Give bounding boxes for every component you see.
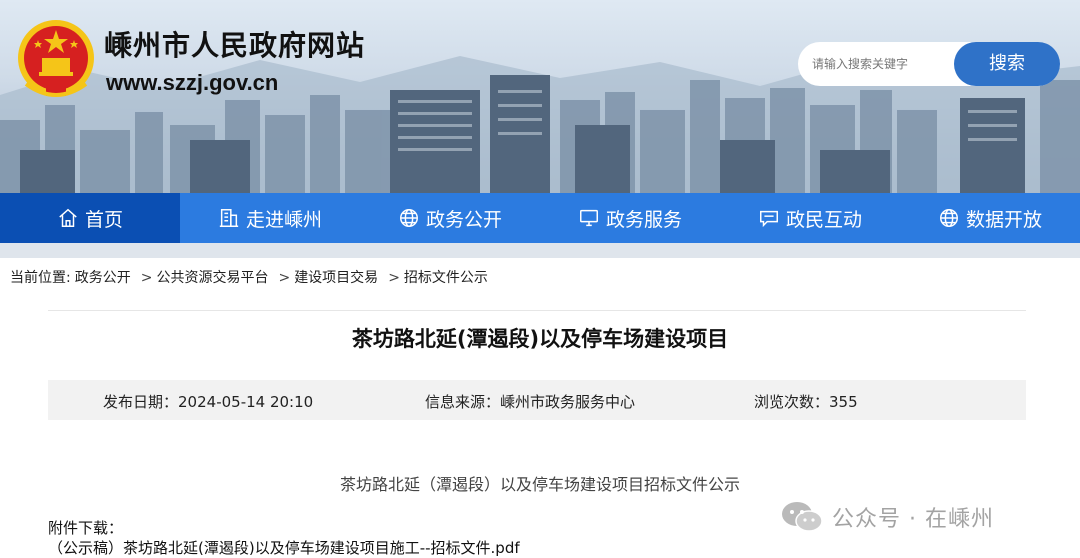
info-source: 信息来源：嵊州市政务服务中心 (425, 391, 635, 412)
search-box: 搜索 (798, 42, 1060, 86)
nav-item-label: 政务服务 (605, 208, 682, 231)
wechat-icon (782, 502, 823, 532)
nav-item-gov-services[interactable]: 政务服务 (540, 193, 720, 243)
nav-item-label: 数据开放 (965, 208, 1042, 231)
view-count-label: 浏览次数： (754, 393, 830, 411)
nav-item-label: 政务公开 (425, 208, 502, 231)
home-icon (59, 208, 77, 227)
info-source-value: 嵊州市政务服务中心 (500, 393, 636, 411)
nav-item-label: 走进嵊州 (245, 208, 322, 231)
breadcrumb-item[interactable]: 招标文件公示 (404, 270, 488, 286)
site-url: www.szzj.gov.cn (106, 70, 279, 95)
chat-icon (760, 210, 778, 228)
breadcrumb-separator: > (388, 270, 400, 286)
page: 嵊州市人民政府网站 www.szzj.gov.cn 搜索 首页 走进嵊州 政务公… (0, 0, 1080, 558)
nav-item-label: 首页 (84, 208, 123, 231)
publish-date: 发布日期：2024-05-14 20:10 (103, 391, 313, 412)
breadcrumb-separator: > (278, 270, 291, 286)
breadcrumb-item[interactable]: 公共资源交易平台 (156, 270, 268, 286)
breadcrumb-item[interactable]: 建设项目交易 (294, 270, 378, 286)
attachment-label: 附件下载： (48, 519, 124, 537)
globe-icon (940, 209, 958, 227)
publish-date-value: 2024-05-14 20:10 (178, 393, 314, 411)
building-icon (219, 209, 239, 227)
nav-item-about[interactable]: 走进嵊州 (180, 193, 360, 243)
breadcrumb-item[interactable]: 政务公开 (75, 270, 131, 286)
article-title: 茶坊路北延(潭遏段)以及停车场建设项目 (351, 327, 729, 351)
search-button[interactable]: 搜索 (954, 42, 1060, 86)
main-nav: 首页 走进嵊州 政务公开 政务服务 政民互动 数据开放 (0, 193, 1080, 243)
view-count: 浏览次数：355 (754, 391, 858, 412)
search-input[interactable] (812, 53, 962, 75)
nav-item-home[interactable]: 首页 (0, 193, 180, 243)
nav-item-label: 政民互动 (785, 208, 862, 231)
nav-item-open-data[interactable]: 数据开放 (900, 193, 1080, 243)
article-body-text: 茶坊路北延（潭遏段）以及停车场建设项目招标文件公示 (339, 475, 740, 494)
nav-item-gov-affairs[interactable]: 政务公开 (360, 193, 540, 243)
globe-icon (400, 209, 418, 227)
national-emblem-logo (18, 20, 94, 97)
divider (48, 310, 1026, 311)
watermark-text: 公众号 · 在嵊州 (832, 507, 994, 532)
view-count-value: 355 (829, 393, 858, 411)
info-source-label: 信息来源： (425, 393, 501, 411)
publish-date-label: 发布日期： (103, 393, 179, 411)
site-title: 嵊州市人民政府网站 (104, 29, 366, 62)
attachment-link[interactable]: （公示稿）茶坊路北延(潭遏段)以及停车场建设项目施工--招标文件.pdf (48, 537, 520, 558)
breadcrumb-prefix: 当前位置: (10, 270, 71, 286)
breadcrumb-separator: > (140, 270, 153, 286)
article-meta-bar: 发布日期：2024-05-14 20:10 信息来源：嵊州市政务服务中心 浏览次… (48, 380, 1026, 420)
nav-item-interaction[interactable]: 政民互动 (720, 193, 900, 243)
wechat-watermark: 公众号 · 在嵊州 (780, 500, 994, 534)
monitor-icon (580, 209, 598, 227)
breadcrumb: 当前位置: 政务公开 > 公共资源交易平台 > 建设项目交易 > 招标文件公示 (10, 267, 492, 287)
